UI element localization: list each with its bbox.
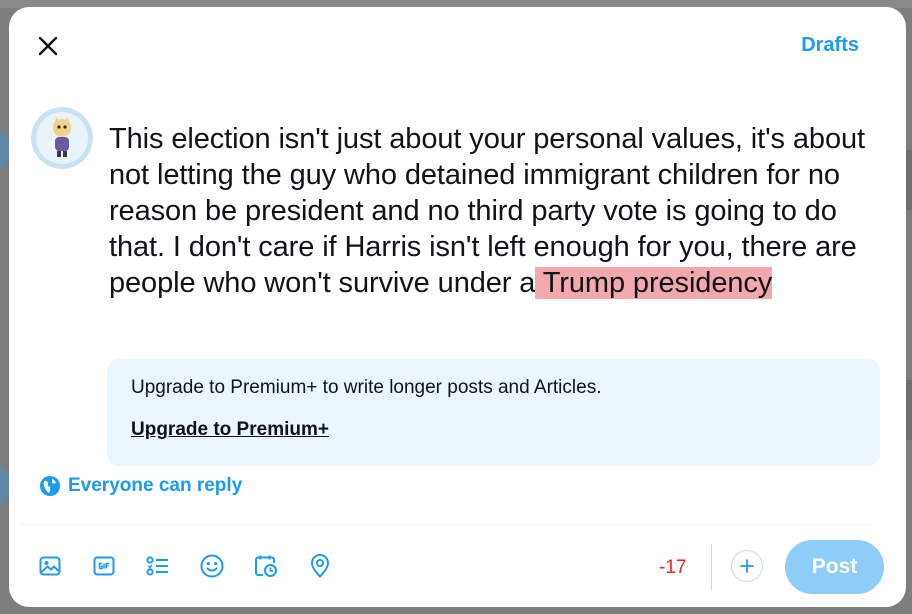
- add-post-button[interactable]: [731, 550, 763, 582]
- gif-icon: [93, 556, 115, 576]
- drafts-button[interactable]: Drafts: [801, 34, 859, 57]
- image-icon: [39, 556, 61, 576]
- emoji-button[interactable]: [197, 551, 227, 581]
- media-button[interactable]: [35, 551, 65, 581]
- avatar-image: [31, 107, 93, 169]
- close-icon: [38, 36, 58, 56]
- premium-upsell-banner: Upgrade to Premium+ to write longer post…: [107, 359, 880, 466]
- location-icon: [310, 554, 330, 578]
- reply-setting-label: Everyone can reply: [68, 475, 243, 496]
- poll-button[interactable]: [143, 551, 173, 581]
- close-button[interactable]: [31, 29, 65, 63]
- post-button[interactable]: Post: [785, 540, 884, 594]
- schedule-icon: [255, 555, 277, 577]
- globe-icon: [40, 476, 60, 496]
- emoji-icon: [200, 554, 224, 578]
- character-counter: -17: [659, 557, 687, 578]
- toolbar-separator: [711, 544, 712, 590]
- location-button[interactable]: [305, 551, 335, 581]
- poll-icon: [146, 556, 168, 576]
- schedule-button[interactable]: [251, 551, 281, 581]
- plus-icon: [740, 559, 754, 573]
- upsell-message: Upgrade to Premium+ to write longer post…: [131, 377, 602, 398]
- over-limit-text: Trump presidency: [535, 267, 773, 299]
- divider: [21, 524, 872, 525]
- avatar[interactable]: [31, 107, 93, 169]
- compose-toolbar: [35, 551, 359, 581]
- post-text-area[interactable]: This election isn't just about your pers…: [109, 121, 869, 301]
- upgrade-premium-link[interactable]: Upgrade to Premium+: [131, 419, 329, 441]
- reply-setting-button[interactable]: Everyone can reply: [39, 475, 242, 497]
- compose-modal: Drafts This election isn't just about yo…: [9, 7, 906, 607]
- gif-button[interactable]: [89, 551, 119, 581]
